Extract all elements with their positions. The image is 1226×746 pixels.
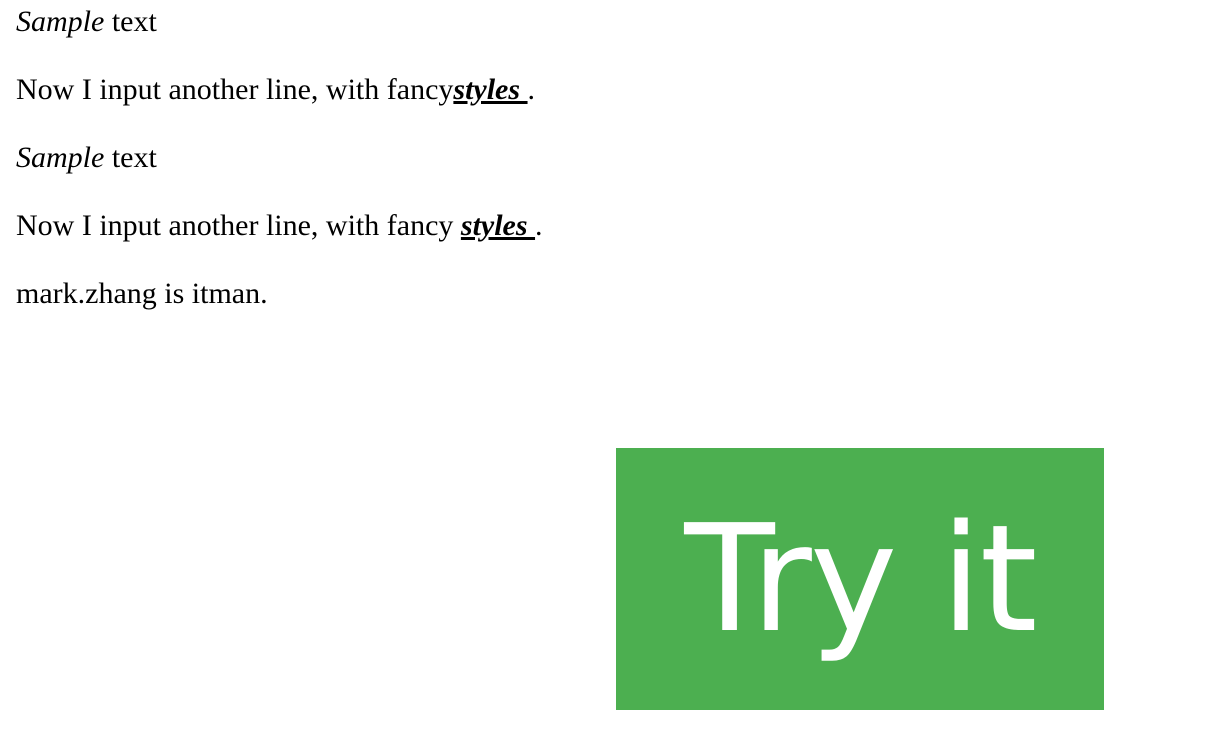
try-it-button[interactable]: Try it (616, 448, 1104, 710)
fancy-line-prefix: Now I input another line, with fancy (16, 209, 461, 242)
sample-rest-text: text (104, 5, 157, 38)
fancy-line-2: Now I input another line, with fancy sty… (16, 208, 1206, 244)
fancy-styles-word: styles (453, 73, 528, 106)
fancy-line-prefix: Now I input another line, with fancy (16, 73, 454, 106)
sample-text-line-1: Sample text (16, 4, 1206, 40)
fancy-line-1: Now I input another line, with fancystyl… (16, 72, 1206, 108)
page-content: Sample text Now I input another line, wi… (16, 4, 1206, 312)
sample-italic-word: Sample (16, 5, 105, 38)
fancy-styles-word: styles (460, 209, 536, 242)
sample-text-line-2: Sample text (16, 140, 1206, 176)
sample-italic-word: Sample (16, 141, 105, 174)
fancy-line-suffix: . (535, 209, 543, 242)
fancy-line-suffix: . (527, 73, 536, 106)
author-line: mark.zhang is itman. (16, 277, 268, 310)
sample-rest-text: text (104, 141, 157, 174)
